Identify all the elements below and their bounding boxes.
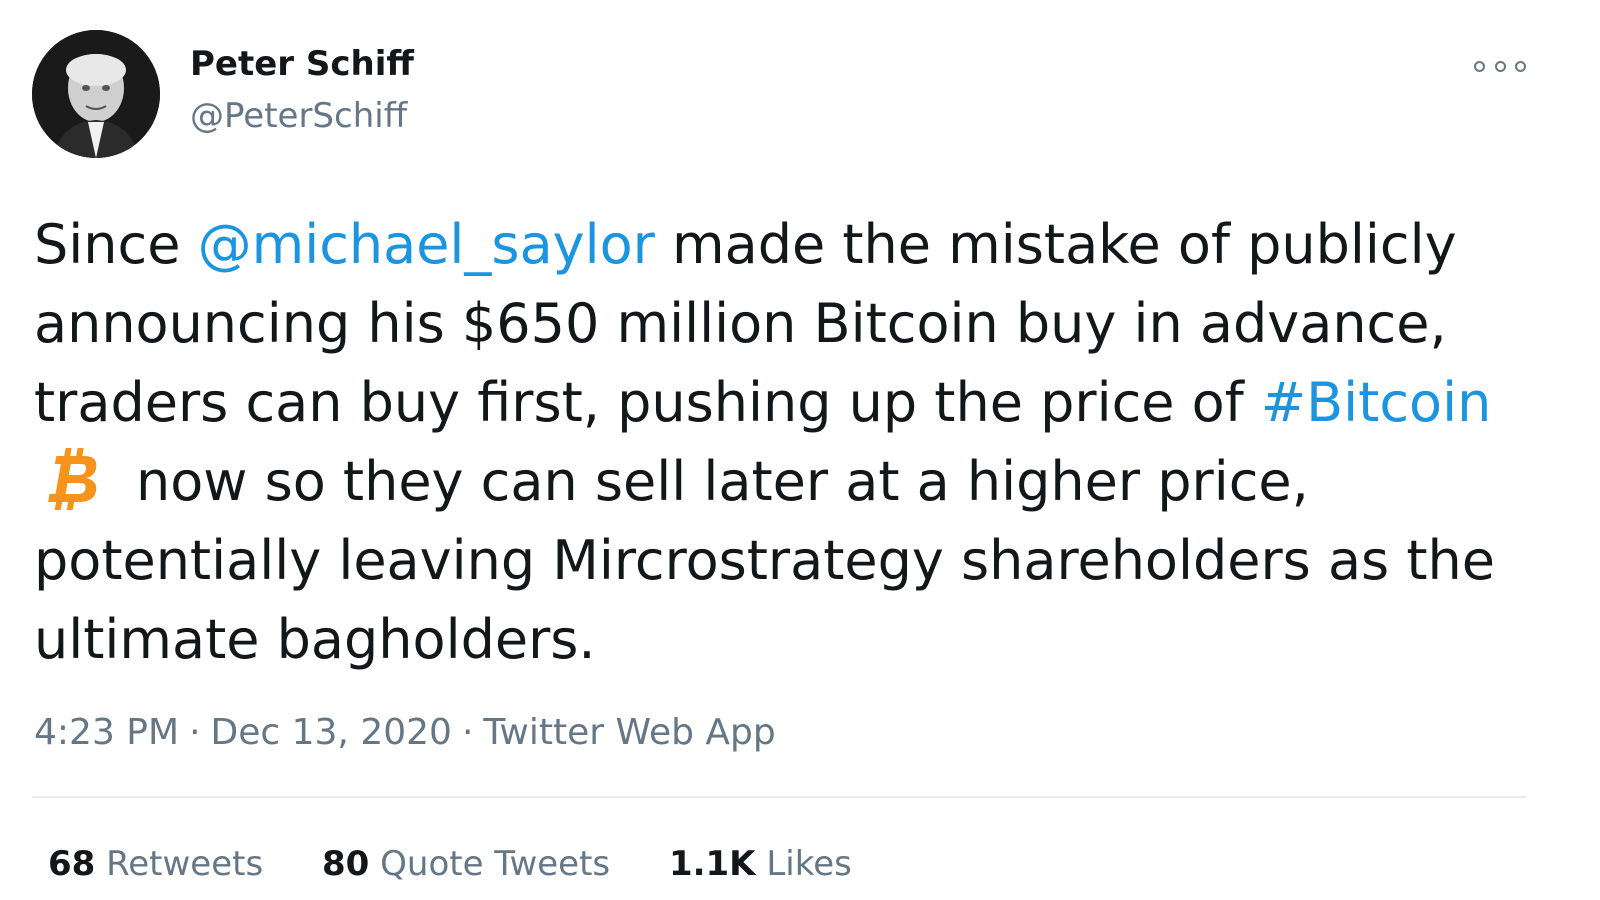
- tweet-text-segment: Since: [34, 213, 198, 276]
- tweet-time[interactable]: 4:23 PM: [34, 712, 179, 753]
- tweet-line: Since @michael_saylor made the mistake o…: [34, 205, 1514, 284]
- likes-stat[interactable]: 1.1K Likes: [669, 844, 852, 884]
- divider: [32, 796, 1526, 798]
- tweet-text-segment: now so they can sell later at a higher p…: [136, 450, 1309, 513]
- tweet-text: Since @michael_saylor made the mistake o…: [34, 205, 1514, 679]
- tweet-card: Peter Schiff @PeterSchiff Since @michael…: [0, 0, 1600, 900]
- tweet-text-segment: made the mistake of publicly: [654, 213, 1457, 276]
- tweet-source[interactable]: Twitter Web App: [483, 712, 775, 753]
- tweet-line: ultimate bagholders.: [34, 608, 596, 671]
- more-options-icon[interactable]: [1474, 52, 1526, 80]
- retweets-count: 68: [48, 844, 96, 884]
- tweet-line: announcing his $650 million Bitcoin buy …: [34, 292, 1447, 355]
- author-display-name[interactable]: Peter Schiff: [190, 44, 414, 84]
- tweet-stats: 68 Retweets 80 Quote Tweets 1.1K Likes: [48, 844, 900, 884]
- tweet-meta: 4:23 PM · Dec 13, 2020 · Twitter Web App: [34, 712, 776, 753]
- quote-tweets-label: Quote Tweets: [380, 844, 611, 884]
- mention-link[interactable]: @michael_saylor: [198, 213, 655, 276]
- quote-tweets-stat[interactable]: 80 Quote Tweets: [322, 844, 610, 884]
- avatar[interactable]: [32, 30, 160, 158]
- retweets-stat[interactable]: 68 Retweets: [48, 844, 263, 884]
- author-handle[interactable]: @PeterSchiff: [190, 96, 407, 136]
- meta-separator: ·: [189, 712, 201, 753]
- likes-count: 1.1K: [668, 844, 756, 884]
- hashtag-link[interactable]: #Bitcoin: [1261, 371, 1491, 434]
- retweets-label: Retweets: [106, 844, 264, 884]
- tweet-text-segment: traders can buy first, pushing up the pr…: [34, 371, 1261, 434]
- bitcoin-emoji-icon: [40, 446, 102, 512]
- tweet-line: traders can buy first, pushing up the pr…: [34, 363, 1514, 442]
- tweet-date[interactable]: Dec 13, 2020: [211, 712, 452, 753]
- likes-label: Likes: [766, 844, 852, 884]
- tweet-line: now so they can sell later at a higher p…: [34, 442, 1514, 521]
- quote-tweets-count: 80: [322, 844, 370, 884]
- meta-separator: ·: [461, 712, 474, 753]
- tweet-line: potentially leaving Mircrostrategy share…: [34, 529, 1495, 592]
